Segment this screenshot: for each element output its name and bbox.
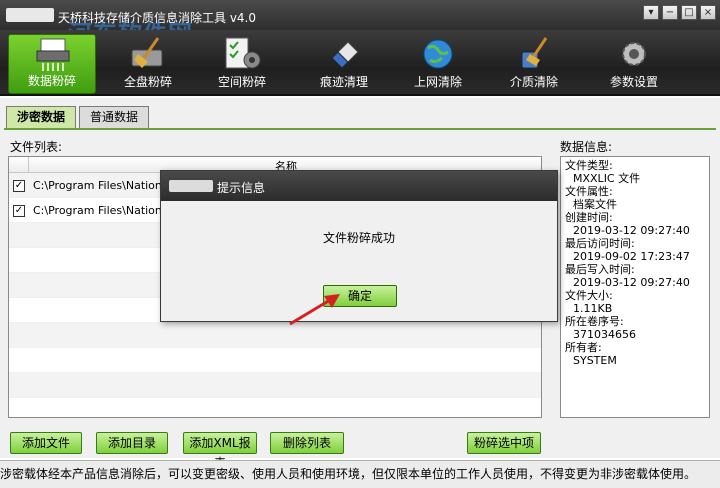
toolbar-label: 全盘粉碎: [123, 75, 172, 89]
info-key: 所有者:: [565, 341, 602, 354]
data-tabs: 涉密数据 普通数据: [6, 106, 150, 128]
dialog-title-bar: 提示信息: [161, 171, 557, 201]
toolbar-label: 参数设置: [609, 75, 658, 89]
toolbar-internet-clean[interactable]: 上网清除: [394, 34, 482, 94]
info-value: 371034656: [573, 328, 636, 341]
delete-list-button[interactable]: 删除列表: [270, 432, 344, 454]
toolbar-label: 介质清除: [509, 75, 558, 89]
info-value: MXXLIC 文件: [573, 172, 641, 185]
info-value: 2019-03-12 09:27:40: [573, 224, 690, 237]
table-row[interactable]: [9, 398, 541, 417]
gear-icon: [622, 42, 646, 66]
header-check-column: [9, 157, 29, 173]
shredder-icon: [36, 38, 70, 71]
info-key: 最后写入时间:: [565, 263, 635, 276]
table-row[interactable]: [9, 373, 541, 398]
toolbar-label: 上网清除: [413, 75, 462, 89]
toolbar-space-shred[interactable]: 空间粉碎: [198, 34, 286, 94]
info-key: 文件类型:: [565, 159, 613, 172]
dialog-title: 提示信息: [217, 181, 266, 195]
info-value: SYSTEM: [573, 354, 617, 367]
row-checkbox[interactable]: ✓: [13, 180, 25, 192]
tab-classified-data[interactable]: 涉密数据: [6, 106, 77, 128]
toolbar-data-shred[interactable]: 数据粉碎: [8, 34, 96, 94]
row-path: C:\Program Files\National I: [33, 179, 179, 192]
data-info-panel: 文件类型: MXXLIC 文件 文件属性: 档案文件 创建时间: 2019-03-12 0…: [560, 156, 710, 418]
toolbar-full-disk-shred[interactable]: 全盘粉碎: [104, 34, 192, 94]
shred-selected-button[interactable]: 粉碎选中项: [467, 432, 541, 454]
menu-button[interactable]: ▾: [643, 5, 659, 20]
toolbar-label: 痕迹清理: [319, 75, 368, 89]
toolbar-label: 数据粉碎: [27, 74, 76, 88]
tab-normal-data[interactable]: 普通数据: [79, 106, 150, 128]
add-folder-button[interactable]: 添加目录: [96, 432, 168, 454]
minimize-button[interactable]: −: [662, 5, 678, 20]
toolbar-media-clean[interactable]: 介质清除: [490, 34, 578, 94]
toolbar-label: 空间粉碎: [217, 75, 266, 89]
row-path: C:\Program Files\National I: [33, 204, 179, 217]
eraser-icon: [331, 41, 359, 69]
info-value: 2019-09-02 17:23:47: [573, 250, 690, 263]
maximize-button[interactable]: □: [681, 5, 697, 20]
toolbar-settings[interactable]: 参数设置: [590, 34, 678, 94]
info-dialog: 提示信息 文件粉碎成功 确定: [160, 170, 558, 322]
add-xml-report-button[interactable]: 添加XML报表: [183, 432, 257, 470]
close-button[interactable]: ×: [700, 5, 716, 20]
info-value: 档案文件: [573, 198, 617, 211]
usb-broom-icon: [521, 37, 548, 69]
info-value: 2019-03-12 09:27:40: [573, 276, 690, 289]
checklist-gear-icon: [225, 37, 261, 69]
toolbar-trace-clean[interactable]: 痕迹清理: [300, 34, 388, 94]
info-key: 最后访问时间:: [565, 237, 635, 250]
info-key: 文件大小:: [565, 289, 613, 302]
status-bar: 涉密载体经本产品信息消除后，可以变更密级、使用人员和使用环境，但仅限本单位的工作…: [0, 460, 720, 488]
window-controls: ▾ − □ ×: [643, 5, 716, 20]
info-key: 创建时间:: [565, 211, 613, 224]
title-bar: 天桥科技存储介质信息消除工具 v4.0 河东软件网 ▾ − □ ×: [0, 0, 720, 48]
disk-broom-icon: [131, 37, 163, 68]
info-key: 所在卷序号:: [565, 315, 624, 328]
info-value: 1.11KB: [573, 302, 613, 315]
data-info-label: 数据信息:: [560, 140, 613, 154]
main-toolbar: 数据粉碎 全盘粉碎 空间粉碎 痕迹清理 上网清除 介质清除 参数设置: [0, 30, 720, 96]
row-checkbox[interactable]: ✓: [13, 205, 25, 217]
table-row[interactable]: [9, 348, 541, 373]
table-row[interactable]: [9, 323, 541, 348]
file-list-label: 文件列表:: [10, 140, 63, 154]
pointer-arrow-icon: [289, 294, 340, 326]
add-file-button[interactable]: 添加文件: [10, 432, 82, 454]
app-logo-icon: [6, 8, 54, 22]
info-key: 文件属性:: [565, 185, 613, 198]
dialog-logo-icon: [169, 180, 213, 192]
dialog-message: 文件粉碎成功: [322, 231, 395, 245]
tab-divider: [4, 128, 716, 130]
globe-icon: [423, 39, 453, 69]
